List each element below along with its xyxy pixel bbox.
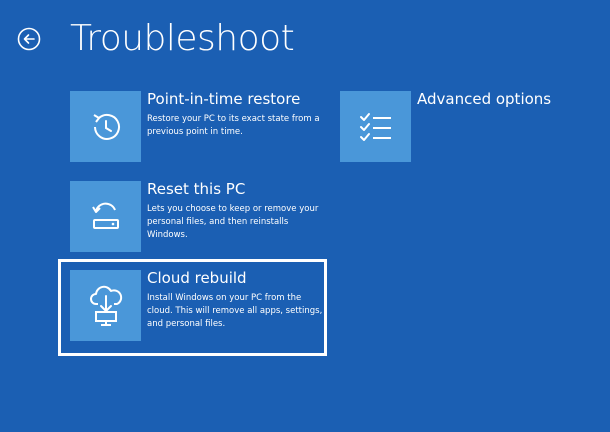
- reset-tile: [70, 181, 141, 252]
- option-description: Restore your PC to its exact state from …: [147, 114, 320, 137]
- history-restore-icon: [92, 113, 120, 140]
- cloud-tile: [70, 270, 141, 341]
- option-description: Lets you choose to keep or remove your p…: [147, 204, 319, 240]
- advanced-tile: [340, 91, 411, 162]
- option-label: Reset this PC: [147, 180, 246, 198]
- cloud-download-icon: [89, 285, 122, 326]
- option-advanced-options[interactable]: Advanced options: [340, 90, 570, 162]
- page-title: Troubleshoot: [70, 18, 295, 59]
- back-button[interactable]: [17, 27, 41, 51]
- back-arrow-icon: [17, 27, 41, 51]
- restore-tile: [70, 91, 141, 162]
- option-cloud-rebuild[interactable]: Cloud rebuild Install Windows on your PC…: [70, 269, 322, 341]
- reset-pc-icon: [91, 202, 119, 229]
- option-point-in-time-restore[interactable]: Point-in-time restore Restore your PC to…: [70, 90, 330, 162]
- checklist-icon: [359, 112, 391, 141]
- option-description: Install Windows on your PC from the clou…: [147, 293, 323, 329]
- option-label: Advanced options: [417, 90, 552, 108]
- option-label: Cloud rebuild: [147, 269, 247, 287]
- option-label: Point-in-time restore: [147, 90, 301, 108]
- option-reset-this-pc[interactable]: Reset this PC Lets you choose to keep or…: [70, 180, 330, 252]
